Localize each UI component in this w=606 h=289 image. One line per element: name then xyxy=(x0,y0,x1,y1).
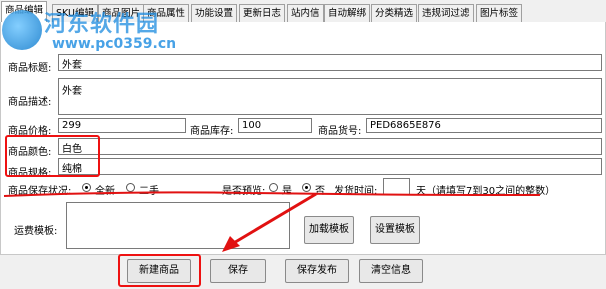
watermark-logo-icon xyxy=(2,10,42,50)
annotation-arrow-line xyxy=(231,192,317,246)
annotation-underline xyxy=(3,191,541,197)
watermark-url: www.pc0359.cn xyxy=(52,36,177,52)
watermark-title: 河东软件园 xyxy=(44,11,160,37)
annotation-arrow-head xyxy=(222,236,240,252)
